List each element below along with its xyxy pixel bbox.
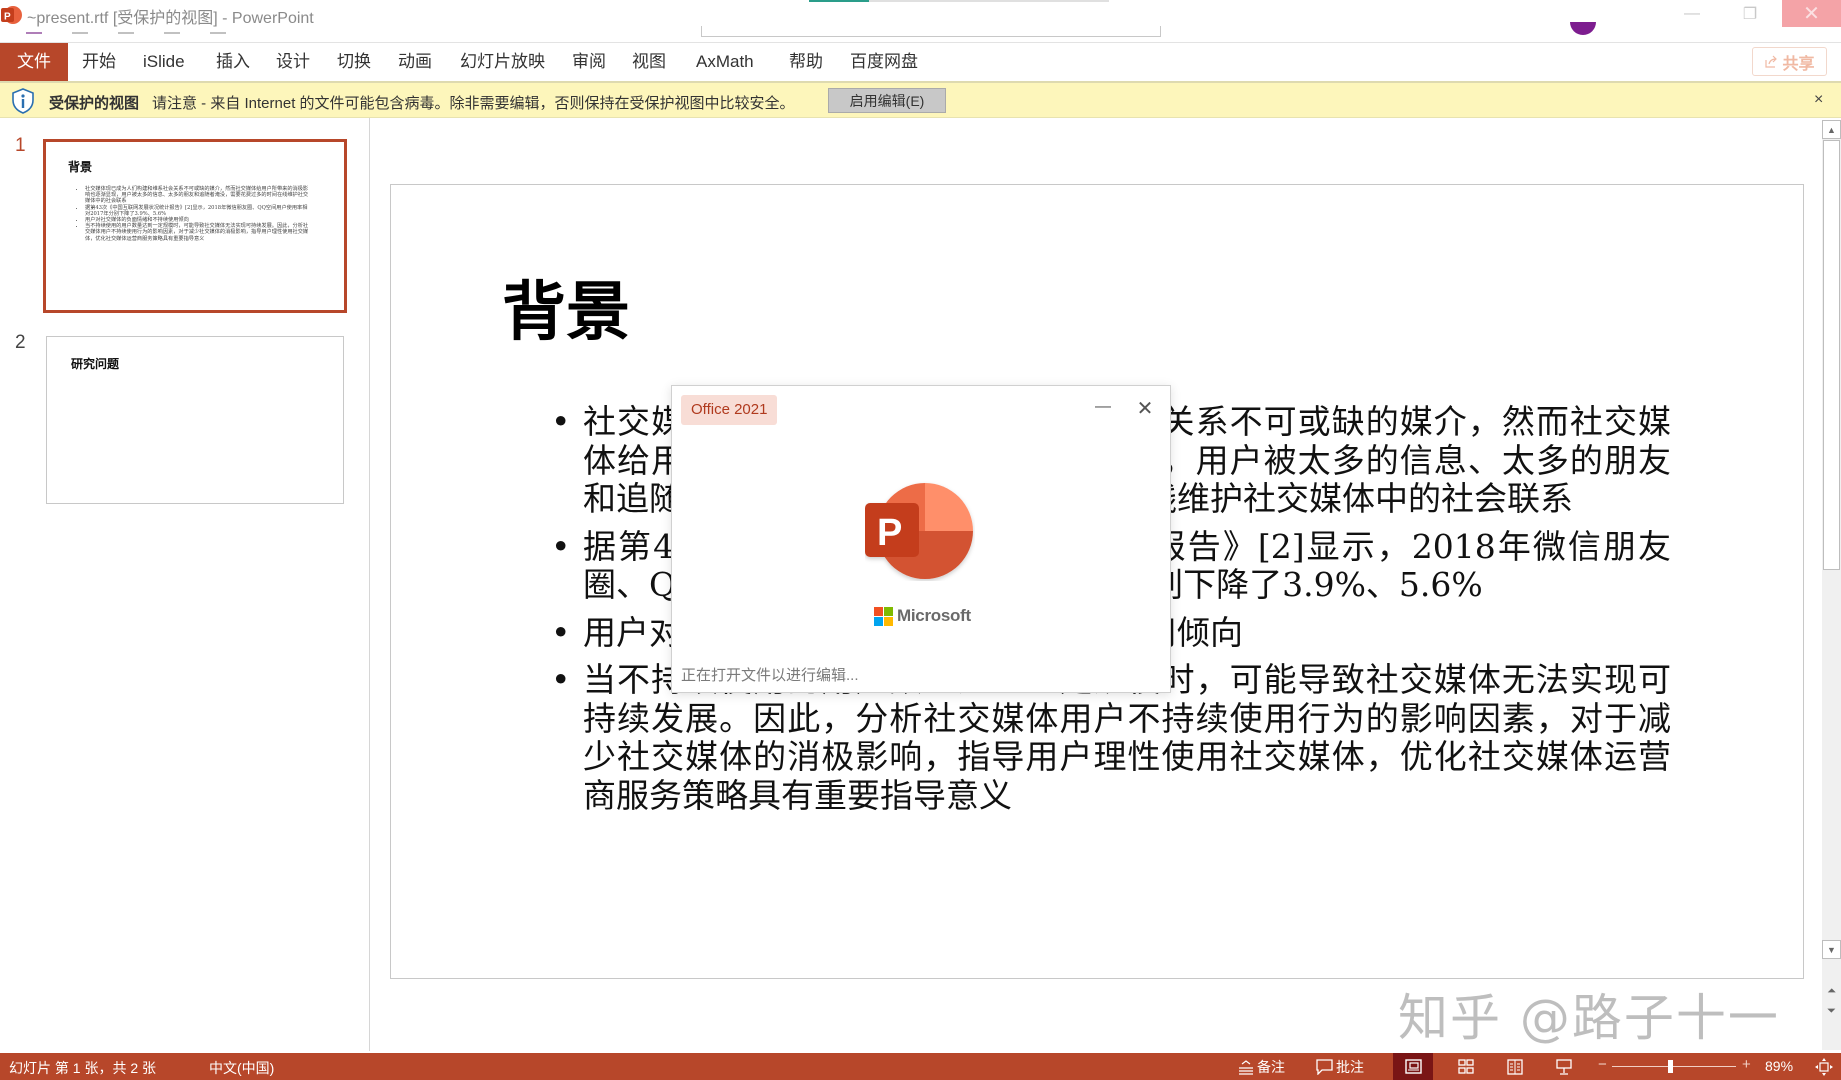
reading-view-button[interactable] (1495, 1053, 1535, 1080)
scroll-up-button[interactable]: ▲ (1822, 120, 1841, 139)
shield-info-icon (12, 88, 34, 114)
title-bar: P ~present.rtf [受保护的视图] - PowerPoint — ❐… (0, 0, 1841, 43)
tab-islide[interactable]: iSlide (143, 43, 185, 81)
comment-icon (1316, 1058, 1333, 1075)
office-splash-dialog: Office 2021 — ✕ P Microsoft 正在打开文件以进行编辑.… (671, 385, 1171, 693)
thumbnail-title: 背景 (68, 160, 93, 174)
protected-view-title: 受保护的视图 (49, 95, 140, 112)
microsoft-wordmark: Microsoft (897, 606, 971, 625)
comments-label: 批注 (1336, 1058, 1364, 1075)
ribbon-tabs: 文件 开始 iSlide 插入 设计 切换 动画 幻灯片放映 审阅 视图 AxM… (0, 43, 1841, 81)
vertical-scrollbar[interactable]: ▲ ▼ ⏶ ⏷ (1822, 120, 1841, 1050)
close-bar-icon[interactable]: × (1814, 91, 1823, 109)
tab-help[interactable]: 帮助 (789, 43, 823, 81)
watermark: 知乎 @路子十一 (1398, 989, 1780, 1047)
slide-thumbnail-2[interactable]: 研究问题 (46, 336, 344, 504)
thumbnail-bullet: 当不持续使用的用户数量达到一定规模时，可能导致社交媒体无法实现可持续发展。因此，… (85, 223, 312, 242)
zoom-in-button[interactable]: + (1742, 1056, 1751, 1073)
enable-editing-button[interactable]: 启用编辑(E) (828, 88, 946, 113)
tab-home[interactable]: 开始 (82, 43, 116, 81)
splash-minimize-button[interactable]: — (1092, 398, 1114, 420)
protected-view-message: 请注意 - 来自 Internet 的文件可能包含病毒。除非需要编辑，否则保持在… (152, 95, 795, 112)
slide-sorter-icon (1458, 1058, 1474, 1074)
normal-view-icon (1404, 1059, 1422, 1074)
language-indicator[interactable]: 中文(中国) (209, 1058, 274, 1078)
microsoft-squares-icon (874, 606, 893, 626)
tab-slideshow[interactable]: 幻灯片放映 (460, 43, 545, 81)
tab-file[interactable]: 文件 (0, 43, 68, 81)
next-slide-icon[interactable]: ⏷ (1822, 1002, 1841, 1020)
notes-label: 备注 (1257, 1058, 1285, 1075)
search-box[interactable] (701, 26, 1161, 37)
slide-title[interactable]: 背景 (502, 261, 630, 353)
tab-baidu-netdisk[interactable]: 百度网盘 (850, 43, 918, 81)
zoom-slider[interactable] (1612, 1060, 1736, 1073)
open-progress-bar (809, 0, 1109, 2)
slide-counter: 幻灯片 第 1 张，共 2 张 (9, 1060, 157, 1076)
notes-icon (1239, 1059, 1253, 1075)
open-progress-fill (809, 0, 869, 2)
tab-animations[interactable]: 动画 (398, 43, 432, 81)
slideshow-icon (1556, 1058, 1572, 1075)
user-avatar[interactable] (1570, 22, 1596, 35)
zoom-out-button[interactable]: − (1598, 1056, 1607, 1073)
tab-view[interactable]: 视图 (632, 43, 666, 81)
thumbnail-title: 研究问题 (71, 357, 120, 371)
office-version-badge: Office 2021 (681, 395, 778, 425)
fit-to-window-icon (1815, 1057, 1833, 1076)
thumbnail-bullet: 社交媒体现已成为人们构建和维系社会关系不可或缺的媒介，然而社交媒体给用户所带来的… (85, 186, 312, 205)
splash-close-button[interactable]: ✕ (1134, 396, 1156, 420)
status-bar: 幻灯片 第 1 张，共 2 张 中文(中国) 备注 批注 − + 89% (0, 1053, 1841, 1080)
powerpoint-logo-icon: P (865, 483, 973, 579)
window-title: ~present.rtf [受保护的视图] - PowerPoint (27, 10, 314, 27)
zoom-slider-handle[interactable] (1667, 1060, 1673, 1073)
tab-transitions[interactable]: 切换 (337, 43, 371, 81)
slide-thumbnail-1[interactable]: 背景 社交媒体现已成为人们构建和维系社会关系不可或缺的媒介，然而社交媒体给用户所… (43, 139, 347, 313)
slideshow-view-button[interactable] (1544, 1053, 1584, 1080)
powerpoint-app-icon: P (1, 6, 22, 24)
scrollbar-thumb[interactable] (1823, 140, 1840, 570)
microsoft-logo: Microsoft (874, 606, 971, 626)
thumbnail-number: 1 (15, 135, 26, 156)
tab-insert[interactable]: 插入 (216, 43, 250, 81)
share-icon (1765, 55, 1778, 68)
normal-view-button[interactable] (1393, 1053, 1433, 1080)
reading-view-icon (1507, 1058, 1523, 1075)
tab-review[interactable]: 审阅 (572, 43, 606, 81)
tab-axmath[interactable]: AxMath (696, 43, 754, 81)
notes-button[interactable]: 备注 (1238, 1053, 1285, 1080)
restore-button[interactable]: ❐ (1722, 0, 1778, 27)
svg-text:P: P (877, 512, 902, 554)
share-label: 共享 (1782, 55, 1815, 73)
slide-sorter-view-button[interactable] (1446, 1053, 1486, 1080)
close-window-button[interactable]: ✕ (1782, 0, 1841, 27)
tab-design[interactable]: 设计 (276, 43, 310, 81)
svg-text:P: P (4, 12, 11, 23)
comments-button[interactable]: 批注 (1316, 1053, 1364, 1080)
zoom-level[interactable]: 89% (1765, 1058, 1793, 1074)
thumbnail-number: 2 (15, 332, 26, 353)
scroll-down-button[interactable]: ▼ (1822, 940, 1841, 959)
previous-slide-icon[interactable]: ⏶ (1822, 982, 1841, 1000)
splash-status-text: 正在打开文件以进行编辑... (681, 667, 859, 684)
slide-thumbnail-pane: 1 背景 社交媒体现已成为人们构建和维系社会关系不可或缺的媒介，然而社交媒体给用… (0, 118, 370, 1051)
share-button[interactable]: 共享 (1752, 47, 1827, 76)
protected-view-bar: 受保护的视图 请注意 - 来自 Internet 的文件可能包含病毒。除非需要编… (0, 81, 1841, 118)
thumbnail-bullets: 社交媒体现已成为人们构建和维系社会关系不可或缺的媒介，然而社交媒体给用户所带来的… (80, 186, 312, 242)
fit-to-window-button[interactable] (1815, 1053, 1833, 1080)
minimize-button[interactable]: — (1664, 0, 1720, 27)
thumbnail-bullet: 据第43次《中国互联网发展状况统计报告》[2]显示，2018年微信朋友圈、QQ空… (85, 205, 312, 217)
